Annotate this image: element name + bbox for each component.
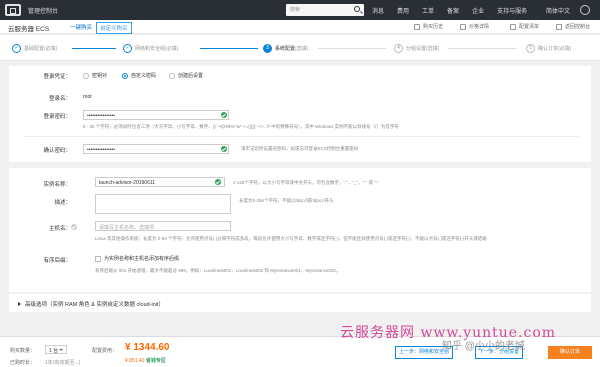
instance-name-input[interactable]: launch-advisor-20190611 (95, 177, 225, 187)
caret-right-icon (18, 302, 21, 306)
price-icon (460, 23, 466, 30)
hostname-hint: Linux 等其他操作系统：长度为 2-64 个字符，允许使用点号(.)分隔字符… (95, 236, 487, 241)
hostname-input[interactable]: 请填写主机名称，选填项 (95, 221, 231, 231)
back-console-link[interactable]: 返回控制台 (556, 23, 590, 30)
product-header: 云服务器 ECS 一键购买 自定义购买 购买历史 价格详情 配置清单 返回控制台 (0, 20, 600, 34)
step-network[interactable]: ✓ 网络和安全组 (必填) (123, 44, 178, 53)
nav-enterprise[interactable]: 企业 (472, 6, 484, 15)
confirm-password-input[interactable]: •••••••••••••••• (83, 144, 229, 154)
top-bar: 管理控制台 搜索 消息 费用 工单 备案 企业 支持与服务 简体中文 (0, 0, 600, 20)
login-name-label: 登录名： (48, 96, 71, 102)
description-textarea[interactable] (95, 194, 231, 214)
quantity-label: 购买数量： (10, 348, 36, 354)
step-group[interactable]: 4 分组设置 (选填) (394, 44, 439, 53)
instance-name-hint: 2-128个字符，以大小写字母或中文开头，可包含数字，"."，"_"，":" 或… (233, 180, 379, 185)
aliyun-logo-icon[interactable] (5, 4, 21, 16)
language-switch[interactable]: 简体中文 (546, 6, 570, 15)
ordered-suffix-label: 有序后缀： (43, 258, 71, 264)
instance-name-valid-icon (215, 179, 221, 185)
console-title[interactable]: 管理控制台 (28, 6, 58, 15)
description-label: 描述： (54, 200, 71, 206)
confirm-password-label: 确认密码： (43, 148, 71, 154)
nav-support[interactable]: 支持与服务 (497, 6, 527, 15)
fee-label: 配置费用： (92, 348, 118, 354)
product-name: 云服务器 ECS (8, 26, 50, 33)
password-label: 登录密码： (43, 114, 71, 120)
nav-tickets[interactable]: 工单 (422, 6, 434, 15)
top-nav: 消息 费用 工单 备案 企业 支持与服务 (372, 0, 540, 20)
ordered-suffix-hint: 有序后缀从 001 开始递增，最大不能超过 999。例如：LocalHost00… (95, 268, 341, 273)
duration-value: 1年(有效期至...) (45, 360, 81, 366)
login-credential-label: 登录凭证： (43, 74, 71, 80)
ordered-suffix-checkbox[interactable]: 为实例名称和主机名添加有序后缀 (95, 255, 179, 262)
step-system[interactable]: 3 系统配置 (选填) (263, 44, 308, 53)
nav-billing[interactable]: 费用 (397, 6, 409, 15)
tab-custom-buy[interactable]: 自定义购买 (96, 22, 132, 34)
back-icon (556, 23, 562, 30)
nav-filing[interactable]: 备案 (447, 6, 459, 15)
search-icon[interactable] (354, 6, 360, 12)
history-icon (414, 23, 420, 30)
step-basic[interactable]: ✓ 基础配置 (必填) (12, 44, 57, 53)
saving-info: ¥ 851.40 省钱专区 (125, 358, 166, 364)
tab-quick-buy[interactable]: 一键购买 (70, 23, 92, 31)
avatar-icon[interactable] (580, 5, 590, 15)
advanced-panel: 高级选项（实例 RAM 角色 & 实例自定义数据 cloud-init） (9, 294, 591, 312)
quantity-select[interactable]: 1 台 (45, 345, 67, 354)
password-hint: 8 - 30 个字符，必须同时包含三项（大写字母、小写字母、数字、()`~!@#… (83, 124, 399, 129)
login-name-value: root (83, 94, 92, 100)
confirm-order-button[interactable]: 确认订单 (548, 346, 592, 359)
search-input[interactable]: 搜索 (286, 4, 364, 16)
radio-set-later[interactable]: 创建后设置 (169, 72, 203, 79)
duration-label: 已购时长： (10, 360, 36, 366)
nav-messages[interactable]: 消息 (372, 6, 384, 15)
purchase-history-link[interactable]: 购买历史 (414, 23, 443, 30)
config-list-link[interactable]: 配置清单 (510, 23, 539, 30)
password-input[interactable]: •••••••••••••••• (83, 110, 229, 120)
advanced-options-toggle[interactable]: 高级选项（实例 RAM 角色 & 实例自定义数据 cloud-init） (18, 300, 164, 308)
zhihu-watermark: 知乎 @小小的老城 (442, 341, 525, 352)
hostname-help-icon[interactable] (71, 224, 77, 230)
instance-panel: 实例名称： launch-advisor-20190611 2-128个字符，以… (9, 168, 591, 292)
price-detail-link[interactable]: 价格详情 (460, 23, 489, 30)
confirm-valid-icon (221, 146, 227, 152)
description-hint: 长度为2-256个字符，不能以http://或https://开头 (239, 198, 334, 203)
hostname-label: 主机名： (48, 226, 71, 232)
chevron-down-icon (59, 349, 63, 351)
total-price: ¥ 1344.60 (125, 342, 170, 353)
list-icon (510, 23, 516, 30)
radio-keypair[interactable]: 密钥对 (83, 72, 107, 79)
step-confirm[interactable]: 5 确认订单 (必填) (526, 44, 571, 53)
wizard-steps: ✓ 基础配置 (必填) ✓ 网络和安全组 (必填) 3 系统配置 (选填) 4 分组设置 (选填… (0, 35, 600, 61)
radio-custom-password[interactable]: 自定义密码 (122, 72, 156, 79)
password-valid-icon (221, 112, 227, 118)
confirm-password-hint: 请牢记您所设置的密码，如遗忘可登录ECS控制台重置密码 (241, 146, 359, 151)
login-panel: 登录凭证： 密钥对 自定义密码 创建后设置 登录名： root 登录密码： ••… (9, 66, 591, 162)
instance-name-label: 实例名称： (43, 182, 71, 188)
